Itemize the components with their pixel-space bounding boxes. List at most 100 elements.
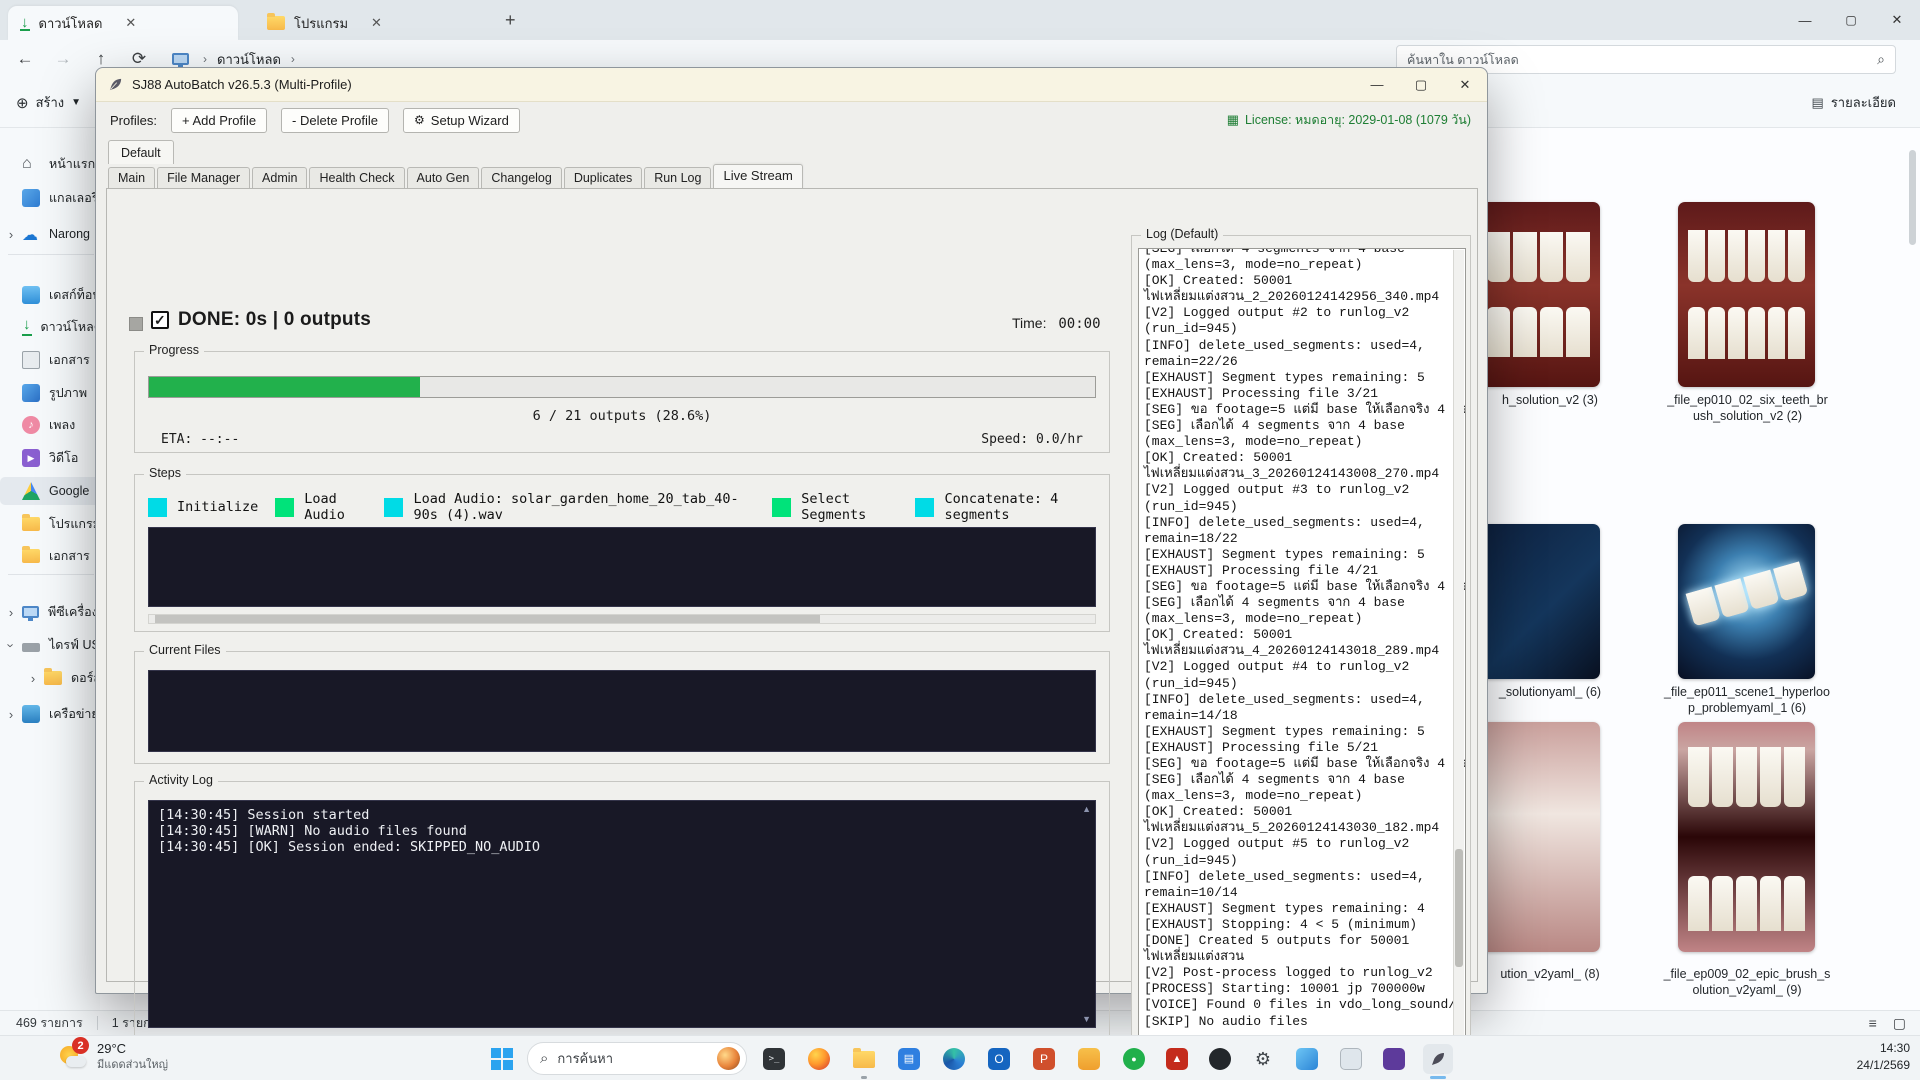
tab-changelog[interactable]: Changelog [481,167,561,189]
acrobat-icon[interactable]: ▲ [1162,1044,1192,1074]
details-view-button[interactable]: ▤ รายละเอียด [1812,92,1896,113]
run-status-text: ✓ DONE: 0s | 0 outputs [151,309,371,331]
sidebar-item-music[interactable]: ♪ เพลง [0,411,100,439]
line-icon[interactable]: ● [1119,1044,1149,1074]
thumbnail-view-icon[interactable]: ▢ [1893,1015,1906,1032]
forward-icon[interactable]: → [44,49,82,69]
sidebar-item-desktop[interactable]: เดสก์ท็อป [0,281,100,309]
tab-admin[interactable]: Admin [252,167,307,189]
file-caption[interactable]: _file_ep009_02_epic_brush_solution_v2yam… [1663,966,1831,998]
sidebar-item-this-pc[interactable]: › พีซีเครื่อง [0,598,100,626]
tab-live-stream[interactable]: Live Stream [713,164,802,189]
usb-drive-icon [22,643,40,652]
back-icon[interactable]: ← [6,49,44,69]
explorer-tab-programs[interactable]: โปรแกรม ✕ [255,6,477,40]
current-files-box[interactable] [148,670,1096,752]
explorer-tab-downloads[interactable]: ↓ ดาวน์โหลด ✕ [8,6,238,40]
scroll-down-icon[interactable]: ▼ [1082,1014,1091,1024]
activity-log-box[interactable]: [14:30:45] Session started [14:30:45] [W… [148,800,1096,1028]
add-profile-button[interactable]: + Add Profile [171,108,267,133]
minimize-window-icon[interactable]: — [1782,0,1828,40]
weather-widget[interactable]: 2 29°C มีแดดส่วนใหญ่ [58,1041,168,1073]
taskbar-clock[interactable]: 14:30 24/1/2569 [1857,1040,1910,1074]
close-icon[interactable]: ✕ [1443,68,1487,101]
sidebar-item-network[interactable]: › เครือข่าย [0,700,100,728]
plus-circle-icon: ⊕ [16,94,29,112]
file-caption[interactable]: _file_ep010_02_six_teeth_brush_solution_… [1665,392,1830,424]
sidebar-item-google-drive[interactable]: Google [0,477,100,505]
autobatch-window: SJ88 AutoBatch v26.5.3 (Multi-Profile) —… [95,67,1488,994]
file-caption[interactable]: _solutionyaml_ (6) [1485,684,1615,700]
sidebar-item-onedrive[interactable]: › ☁ Narong [0,220,100,248]
sidebar-item-programs[interactable]: โปรแกรม [0,510,100,538]
file-thumbnail[interactable] [1678,722,1815,952]
file-caption[interactable]: ution_v2yaml_ (8) [1485,966,1615,982]
vscode-icon[interactable] [1379,1044,1409,1074]
sidebar-item-documents-folder[interactable]: เอกสาร [0,542,100,570]
profiles-label: Profiles: [110,113,157,128]
notification-badge: 2 [72,1037,89,1054]
sidebar-item-home[interactable]: ⌂ หน้าแรก [0,150,100,178]
sidebar-item-downloads[interactable]: ↓ ดาวน์โหลด [0,313,100,341]
sidebar-item-pictures[interactable]: รูปภาพ [0,379,100,407]
refresh-icon[interactable]: ⟳ [120,49,158,69]
file-caption[interactable]: h_solution_v2 (3) [1485,392,1615,408]
steps-horizontal-scrollbar[interactable] [148,614,1096,624]
scroll-up-icon[interactable]: ▲ [1082,804,1091,814]
calculator-icon[interactable] [1336,1044,1366,1074]
files-icon[interactable] [1074,1044,1104,1074]
sidebar-item-gallery[interactable]: แกลเลอรี [0,184,100,212]
log-scrollbar[interactable] [1453,250,1464,1038]
file-thumbnail[interactable] [1678,524,1815,679]
sidebar-item-documents[interactable]: เอกสาร [0,346,100,374]
store-icon[interactable]: ▤ [894,1044,924,1074]
file-thumbnail[interactable] [1678,202,1815,387]
explorer-scrollbar[interactable] [1909,150,1916,245]
tab-run-log[interactable]: Run Log [644,167,711,189]
log-output-box[interactable]: [SEG] เลือกได้ 4 segments จาก 4 base (ma… [1138,248,1466,1040]
setup-wizard-button[interactable]: ⚙ Setup Wizard [403,108,520,133]
autobatch-taskbar-icon[interactable] [1423,1044,1453,1074]
close-window-icon[interactable]: ✕ [1874,0,1920,40]
sidebar-item-usb-drive[interactable]: › ไดรฟ์ US [0,631,100,659]
list-view-icon[interactable]: ≡ [1869,1015,1877,1031]
file-caption[interactable]: _file_ep011_scene1_hyperloop_problemyaml… [1663,684,1831,716]
delete-profile-button[interactable]: - Delete Profile [281,108,389,133]
minimize-icon[interactable]: — [1355,68,1399,101]
close-tab-icon[interactable]: ✕ [371,15,382,31]
github-icon[interactable] [1205,1044,1235,1074]
scrollbar-thumb[interactable] [1455,849,1463,967]
tab-duplicates[interactable]: Duplicates [564,167,642,189]
firefox-icon[interactable] [804,1044,834,1074]
step-color-swatch [772,498,791,517]
tab-auto-gen[interactable]: Auto Gen [407,167,480,189]
settings-icon[interactable]: ⚙ [1248,1044,1278,1074]
file-explorer-icon[interactable] [849,1044,879,1074]
weather-temp: 29°C [97,1041,126,1056]
details-pane-icon: ▤ [1812,95,1824,111]
start-button[interactable] [487,1044,517,1074]
powerpoint-icon[interactable]: P [1029,1044,1059,1074]
terminal-icon[interactable]: >_ [759,1044,789,1074]
sidebar-item-videos[interactable]: ▶ วิดีโอ [0,444,100,472]
quill-icon [108,77,123,92]
maximize-icon[interactable]: ▢ [1399,68,1443,101]
photos-icon[interactable] [1292,1044,1322,1074]
new-tab-button[interactable]: + [505,10,516,31]
up-icon[interactable]: ↑ [82,49,120,69]
tab-health-check[interactable]: Health Check [309,167,404,189]
edge-icon[interactable] [939,1044,969,1074]
outlook-icon[interactable]: O [984,1044,1014,1074]
close-tab-icon[interactable]: ✕ [125,15,136,31]
sidebar-item-subfolder[interactable]: › ดอร์สติ๊ [0,664,100,692]
tab-file-manager[interactable]: File Manager [157,167,250,189]
tab-main[interactable]: Main [108,167,155,189]
new-item-button[interactable]: ⊕ สร้าง ▼ [16,92,81,113]
maximize-window-icon[interactable]: ▢ [1828,0,1874,40]
progress-group-title: Progress [144,343,204,357]
taskbar-search[interactable]: ⌕ การค้นหา [527,1042,747,1075]
profile-tab-default[interactable]: Default [108,140,174,164]
window-title-bar[interactable]: SJ88 AutoBatch v26.5.3 (Multi-Profile) —… [96,68,1487,102]
scrollbar-thumb[interactable] [155,615,820,623]
steps-list-box[interactable] [148,527,1096,607]
